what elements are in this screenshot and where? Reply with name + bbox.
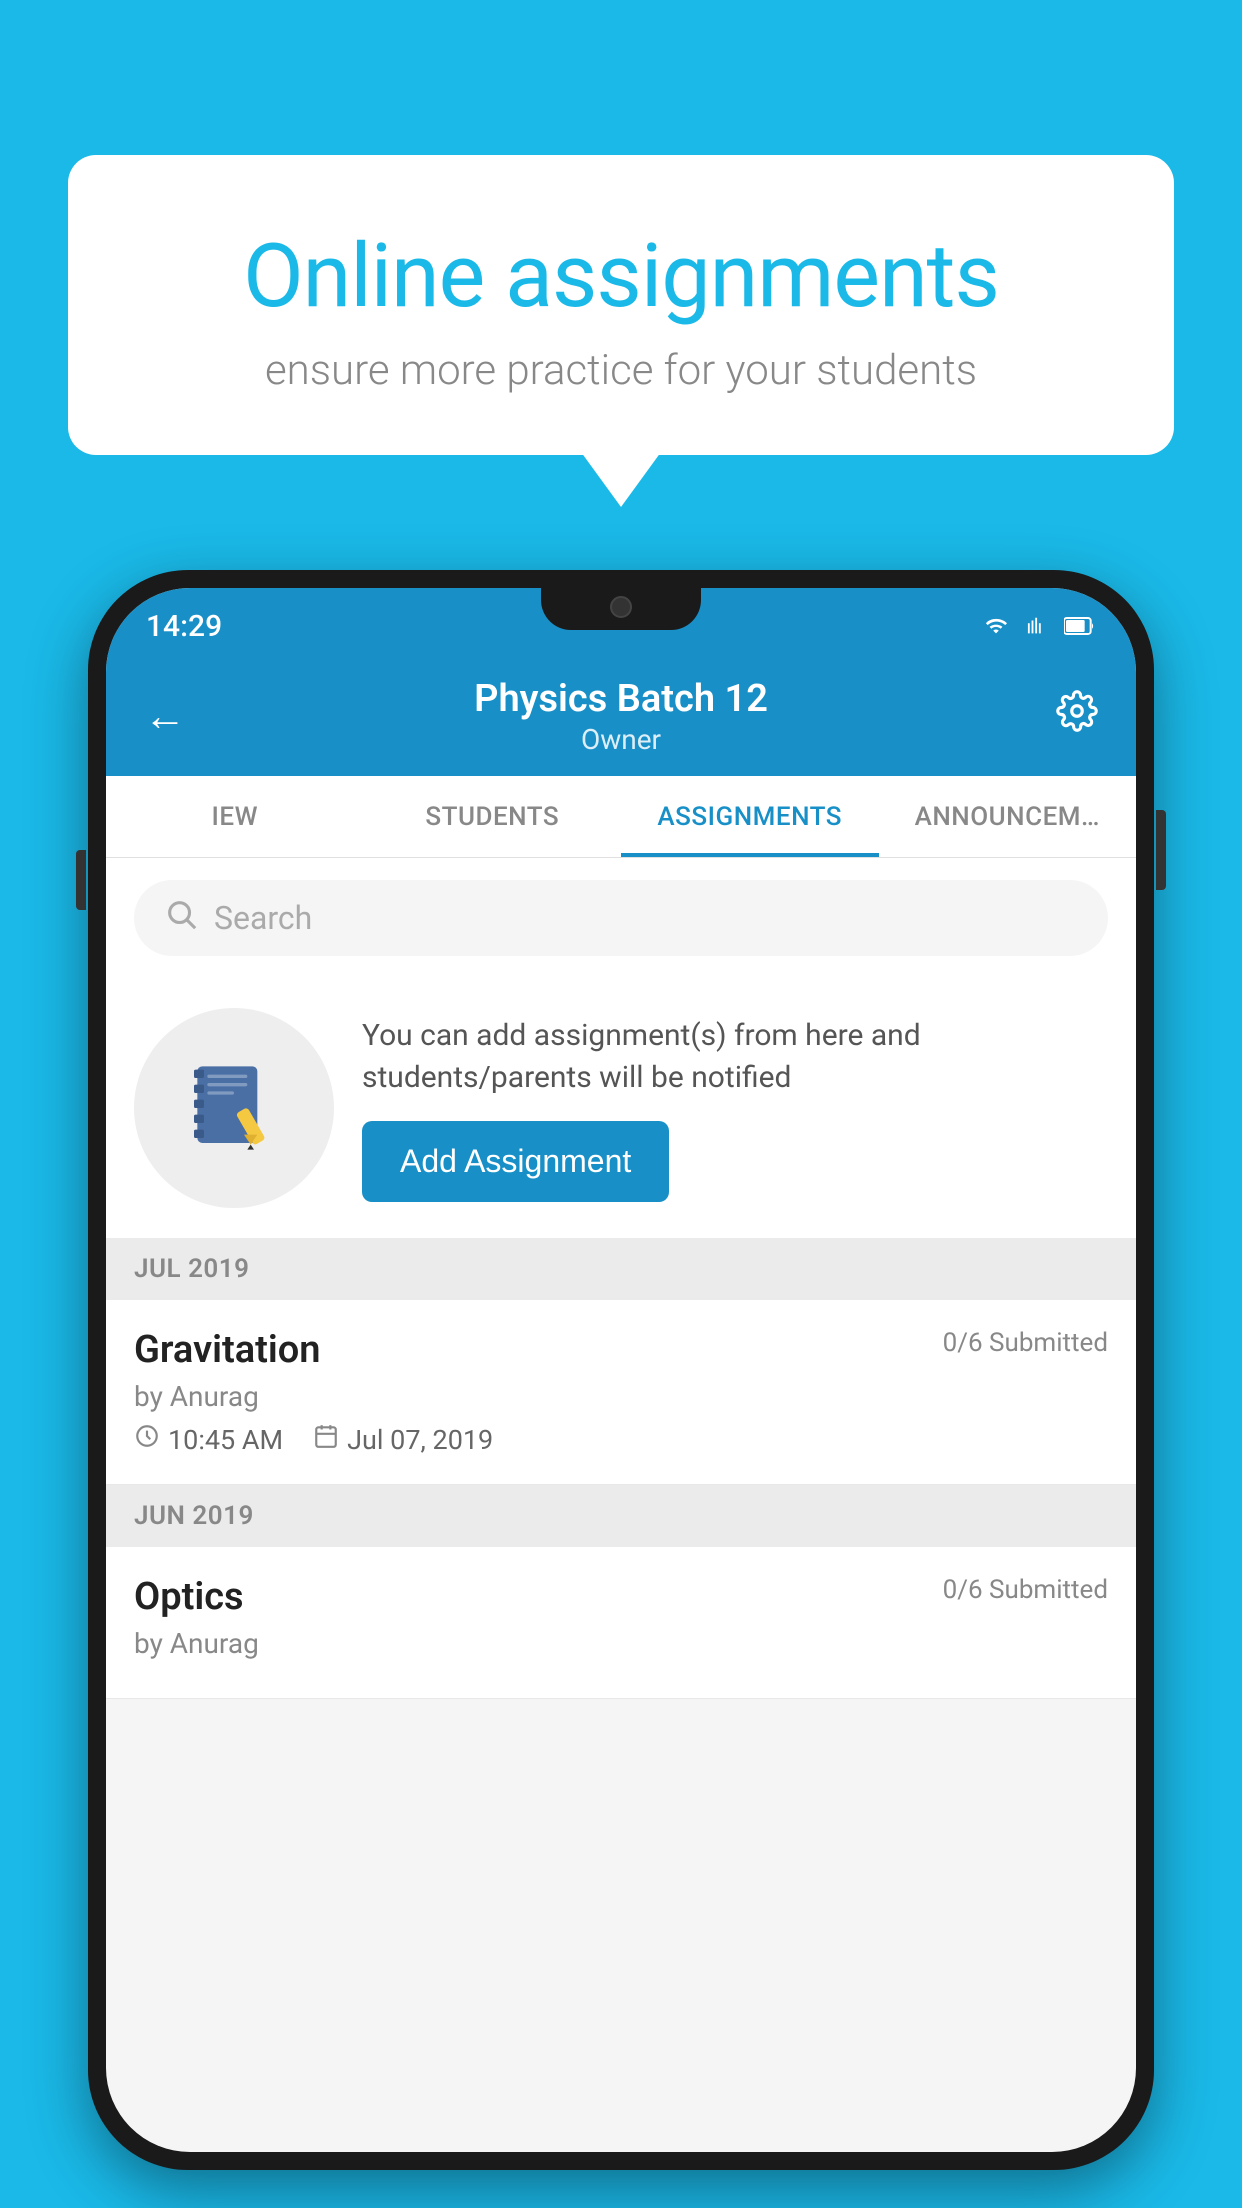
phone-outer: 14:29 ← [88, 570, 1154, 2170]
gear-icon [1056, 690, 1098, 732]
tab-assignments[interactable]: ASSIGNMENTS [621, 776, 879, 857]
search-bar[interactable]: Search [134, 880, 1108, 956]
header-subtitle: Owner [474, 723, 768, 756]
calendar-icon [313, 1423, 339, 1456]
assignment-title-optics: Optics [134, 1575, 244, 1619]
promo-section: You can add assignment(s) from here and … [106, 978, 1136, 1238]
side-button-right [1156, 810, 1166, 890]
notebook-icon [184, 1058, 284, 1158]
back-button[interactable]: ← [144, 692, 186, 741]
tab-iew[interactable]: IEW [106, 776, 364, 857]
assignment-time-gravitation: 10:45 AM [134, 1423, 283, 1456]
phone-screen: 14:29 ← [106, 588, 1136, 2152]
header-title: Physics Batch 12 [474, 677, 768, 721]
phone-camera [610, 596, 632, 618]
assignment-author-optics: by Anurag [134, 1627, 1108, 1660]
month-separator-jun: JUN 2019 [106, 1485, 1136, 1547]
status-icons [980, 615, 1096, 637]
assignment-date-gravitation: Jul 07, 2019 [313, 1423, 493, 1456]
header-title-block: Physics Batch 12 Owner [474, 677, 768, 756]
speech-bubble-title: Online assignments [148, 225, 1094, 328]
app-header: ← Physics Batch 12 Owner [106, 656, 1136, 776]
assignment-author-gravitation: by Anurag [134, 1380, 1108, 1413]
search-container: Search [106, 858, 1136, 978]
speech-bubble-subtitle: ensure more practice for your students [148, 346, 1094, 395]
status-time: 14:29 [146, 609, 222, 644]
month-separator-jul: JUL 2019 [106, 1238, 1136, 1300]
tabs-bar: IEW STUDENTS ASSIGNMENTS ANNOUNCEM… [106, 776, 1136, 858]
settings-button[interactable] [1056, 690, 1098, 742]
screen-content: Search [106, 858, 1136, 1699]
clock-icon [134, 1423, 160, 1456]
assignment-meta-gravitation: 10:45 AM Jul 07, 201 [134, 1423, 1108, 1456]
assignment-item-gravitation[interactable]: Gravitation 0/6 Submitted by Anurag [106, 1300, 1136, 1485]
add-assignment-button[interactable]: Add Assignment [362, 1121, 669, 1202]
phone-notch [541, 588, 701, 630]
battery-icon [1064, 615, 1096, 637]
promo-text-block: You can add assignment(s) from here and … [362, 1015, 1108, 1202]
assignment-item-optics[interactable]: Optics 0/6 Submitted by Anurag [106, 1547, 1136, 1699]
speech-bubble-container: Online assignments ensure more practice … [68, 155, 1174, 455]
assignment-submitted-gravitation: 0/6 Submitted [943, 1328, 1108, 1358]
side-button-left [76, 850, 86, 910]
tab-announcements[interactable]: ANNOUNCEM… [879, 776, 1137, 857]
assignment-header-optics: Optics 0/6 Submitted [134, 1575, 1108, 1619]
assignment-submitted-optics: 0/6 Submitted [943, 1575, 1108, 1605]
promo-description: You can add assignment(s) from here and … [362, 1015, 1108, 1099]
promo-icon-circle [134, 1008, 334, 1208]
speech-bubble: Online assignments ensure more practice … [68, 155, 1174, 455]
tab-students[interactable]: STUDENTS [364, 776, 622, 857]
search-input-placeholder: Search [214, 899, 312, 937]
signal-icon [1022, 615, 1054, 637]
assignment-title-gravitation: Gravitation [134, 1328, 321, 1372]
search-icon [164, 897, 198, 940]
wifi-icon [980, 615, 1012, 637]
assignment-header-gravitation: Gravitation 0/6 Submitted [134, 1328, 1108, 1372]
phone-mockup: 14:29 ← [88, 570, 1154, 2170]
